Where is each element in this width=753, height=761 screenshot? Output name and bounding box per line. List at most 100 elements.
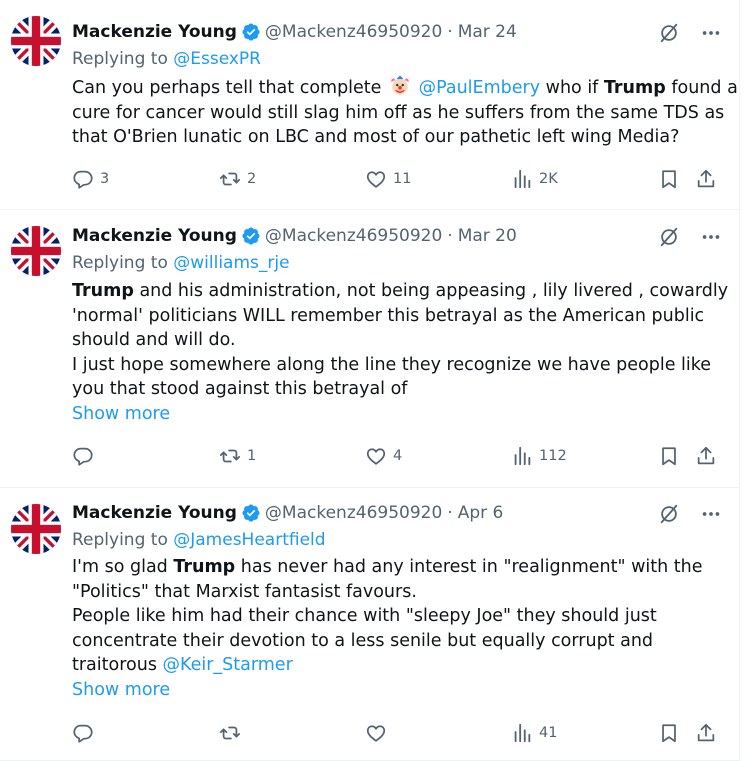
avatar[interactable] xyxy=(11,226,61,276)
separator-dot: · xyxy=(447,22,453,42)
tweet-date[interactable]: Mar 20 xyxy=(458,226,517,246)
share-icon xyxy=(695,445,717,467)
grok-icon[interactable] xyxy=(658,503,680,525)
user-handle[interactable]: @Mackenz46950920 xyxy=(265,22,442,42)
text-line: I just hope somewhere along the line the… xyxy=(72,354,712,375)
separator-dot: · xyxy=(447,226,453,246)
like-button[interactable]: 4 xyxy=(365,444,402,468)
share-icon xyxy=(695,722,717,744)
bookmark-icon xyxy=(658,168,680,190)
tweet-2[interactable]: Mackenzie Young @Mackenz46950920 · Mar 2… xyxy=(0,210,740,488)
bookmark-button[interactable] xyxy=(658,167,680,191)
share-icon xyxy=(695,168,717,190)
grok-icon[interactable] xyxy=(658,22,680,44)
replying-prefix: Replying to xyxy=(72,49,168,69)
union-jack-avatar xyxy=(11,16,61,66)
bookmark-icon xyxy=(658,445,680,467)
share-button[interactable] xyxy=(695,444,717,468)
share-button[interactable] xyxy=(695,167,717,191)
mention-link[interactable]: @Keir_Starmer xyxy=(163,655,293,675)
reply-button[interactable]: 3 xyxy=(72,167,109,191)
view-count: 112 xyxy=(539,448,567,464)
like-button[interactable]: 11 xyxy=(365,167,411,191)
reply-button[interactable] xyxy=(72,721,100,745)
tweet-date[interactable]: Apr 6 xyxy=(458,503,504,523)
tweet-text: Can you perhaps tell that complete @Paul… xyxy=(72,75,738,150)
retweet-icon xyxy=(219,722,241,744)
text-line: concentrate their devotion to a less sen… xyxy=(72,630,654,651)
replying-prefix: Replying to xyxy=(72,530,168,550)
more-icon[interactable] xyxy=(700,503,722,525)
retweet-icon xyxy=(219,445,241,467)
reply-icon xyxy=(72,445,94,467)
more-icon[interactable] xyxy=(700,22,722,44)
repost-button[interactable]: 2 xyxy=(219,167,256,191)
verified-badge-icon[interactable] xyxy=(241,22,261,42)
display-name[interactable]: Mackenzie Young xyxy=(72,503,237,523)
share-button[interactable] xyxy=(695,721,717,745)
views-button[interactable]: 41 xyxy=(511,721,557,745)
replying-prefix: Replying to xyxy=(72,253,168,273)
view-count: 41 xyxy=(539,725,558,741)
header-actions xyxy=(658,503,722,525)
like-button[interactable] xyxy=(365,721,393,745)
text-segment: traitorous xyxy=(72,655,163,675)
retweet-icon xyxy=(219,168,241,190)
views-button[interactable]: 2K xyxy=(511,167,558,191)
replying-to-link[interactable]: @EssexPR xyxy=(173,49,261,69)
repost-button[interactable]: 1 xyxy=(219,444,256,468)
replying-to-link[interactable]: @JamesHeartfield xyxy=(173,530,325,550)
replying-to: Replying to @JamesHeartfield xyxy=(72,530,326,550)
like-icon xyxy=(365,168,387,190)
show-more-link[interactable]: Show more xyxy=(72,402,722,427)
bookmark-icon xyxy=(658,722,680,744)
replying-to: Replying to @williams_rje xyxy=(72,253,290,273)
replying-to-link[interactable]: @williams_rje xyxy=(173,253,289,273)
tweet-3[interactable]: Mackenzie Young @Mackenz46950920 · Apr 6… xyxy=(0,488,740,761)
more-icon[interactable] xyxy=(700,226,722,248)
tweet-text: I'm so glad Trump has never had any inte… xyxy=(72,555,722,702)
show-more-link[interactable]: Show more xyxy=(72,678,722,703)
bookmark-button[interactable] xyxy=(658,721,680,745)
avatar[interactable] xyxy=(11,504,61,554)
text-line: cure for cancer would still slag him off… xyxy=(72,102,725,123)
like-icon xyxy=(365,722,387,744)
like-icon xyxy=(365,445,387,467)
views-button[interactable]: 112 xyxy=(511,444,567,468)
user-handle[interactable]: @Mackenz46950920 xyxy=(265,503,442,523)
text-line: 'normal' politicians WILL remember this … xyxy=(72,305,705,326)
user-handle[interactable]: @Mackenz46950920 xyxy=(265,226,442,246)
text-line: should and will do. xyxy=(72,330,236,350)
text-segment: who if xyxy=(540,78,604,98)
verified-badge-icon[interactable] xyxy=(241,503,261,523)
avatar[interactable] xyxy=(11,16,61,66)
replying-to: Replying to @EssexPR xyxy=(72,49,261,69)
highlight-keyword: Trump xyxy=(173,557,236,577)
union-jack-avatar xyxy=(11,226,61,276)
highlight-keyword: Trump xyxy=(603,78,666,98)
union-jack-avatar xyxy=(11,504,61,554)
tweet-date[interactable]: Mar 24 xyxy=(458,22,517,42)
tweet-header: Mackenzie Young @Mackenz46950920 · Mar 2… xyxy=(72,224,517,248)
separator-dot: · xyxy=(447,503,453,523)
tweet-1[interactable]: Mackenzie Young @Mackenz46950920 · Mar 2… xyxy=(0,0,740,210)
timeline: Mackenzie Young @Mackenz46950920 · Mar 2… xyxy=(0,0,740,761)
display-name[interactable]: Mackenzie Young xyxy=(72,22,237,42)
header-actions xyxy=(658,226,722,248)
verified-badge-icon[interactable] xyxy=(241,226,261,246)
mention-link[interactable]: @PaulEmbery xyxy=(419,78,540,98)
repost-count: 1 xyxy=(247,448,257,464)
bookmark-button[interactable] xyxy=(658,444,680,468)
reply-button[interactable] xyxy=(72,444,100,468)
text-line: you that stood against this betrayal of xyxy=(72,379,408,399)
display-name[interactable]: Mackenzie Young xyxy=(72,226,237,246)
repost-button[interactable] xyxy=(219,721,247,745)
text-segment: has never had any interest in "realignme… xyxy=(235,557,703,577)
tweet-text: Trump and his administration, not being … xyxy=(72,279,728,427)
text-line: People like him had their chance with "s… xyxy=(72,606,657,626)
views-icon xyxy=(511,722,533,744)
tweet-header: Mackenzie Young @Mackenz46950920 · Mar 2… xyxy=(72,20,517,44)
views-icon xyxy=(511,445,533,467)
views-icon xyxy=(511,168,533,190)
grok-icon[interactable] xyxy=(658,226,680,248)
